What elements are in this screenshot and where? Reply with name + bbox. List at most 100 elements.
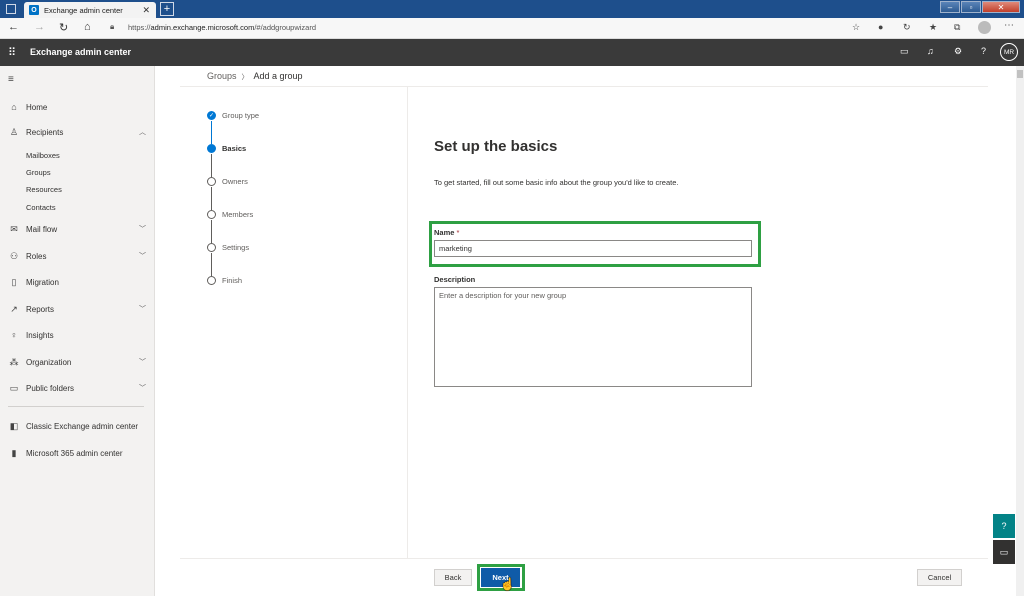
url-field[interactable]: https://admin.exchange.microsoft.com/#/a… bbox=[128, 23, 316, 32]
favorites-icon[interactable]: ★ bbox=[929, 22, 937, 33]
lightbulb-icon: ♀ bbox=[10, 330, 18, 340]
back-button[interactable]: Back bbox=[434, 569, 472, 586]
sidebar-item-label: Recipients bbox=[26, 127, 64, 137]
sidebar-item-m365-admin[interactable]: ▮ Microsoft 365 admin center bbox=[8, 446, 148, 460]
name-label-text: Name bbox=[434, 228, 455, 237]
app-header: ⠿ Exchange admin center ▭ ♫ ⚙ ? MR bbox=[0, 39, 1024, 66]
extension-icon[interactable]: ● bbox=[878, 22, 883, 32]
refresh-icon[interactable]: ↻ bbox=[59, 21, 68, 34]
sidebar-item-mail-flow[interactable]: ✉ Mail flow ﹀ bbox=[8, 222, 148, 236]
mail-icon: ✉ bbox=[10, 223, 18, 234]
page-title: Set up the basics bbox=[434, 138, 558, 155]
breadcrumb-current: Add a group bbox=[253, 71, 303, 81]
organization-icon: ⁂ bbox=[9, 356, 19, 367]
sidebar-item-label: Migration bbox=[26, 277, 59, 287]
notifications-icon[interactable]: ♫ bbox=[927, 46, 934, 56]
sync-icon[interactable]: ↻ bbox=[903, 22, 911, 33]
breadcrumb-groups[interactable]: Groups bbox=[207, 71, 237, 81]
step-connector bbox=[211, 187, 212, 210]
sidebar-item-public-folders[interactable]: ▭ Public folders ﹀ bbox=[8, 381, 148, 395]
scrollbar[interactable] bbox=[1016, 66, 1024, 596]
sidebar-item-reports[interactable]: ↗ Reports ﹀ bbox=[8, 302, 148, 316]
maximize-button[interactable]: ▫ bbox=[961, 1, 981, 13]
shell-icon[interactable]: ▭ bbox=[900, 46, 909, 57]
sidebar-item-label: Home bbox=[26, 102, 48, 112]
sidebar-item-label: Microsoft 365 admin center bbox=[26, 448, 123, 458]
office-icon: ▮ bbox=[11, 447, 17, 458]
migration-icon: ▯ bbox=[11, 276, 17, 287]
sidebar-item-organization[interactable]: ⁂ Organization ﹀ bbox=[8, 355, 148, 369]
person-icon: ♙ bbox=[9, 126, 19, 137]
home-icon: ⌂ bbox=[11, 102, 17, 112]
help-icon[interactable]: ? bbox=[981, 46, 986, 56]
new-tab-button[interactable]: + bbox=[160, 2, 174, 16]
sidebar-item-insights[interactable]: ♀ Insights bbox=[8, 328, 148, 342]
description-label: Description bbox=[434, 275, 476, 284]
folder-icon: ▭ bbox=[9, 382, 19, 393]
wizard-step-label: Settings bbox=[222, 243, 250, 252]
sidebar-item-label: Insights bbox=[26, 330, 54, 340]
name-label: Name * bbox=[434, 228, 459, 237]
window-menu-icon[interactable] bbox=[6, 4, 16, 14]
profile-avatar[interactable] bbox=[978, 21, 991, 34]
close-window-button[interactable]: ✕ bbox=[982, 1, 1020, 13]
outlook-icon: O bbox=[29, 5, 39, 15]
step-connector bbox=[211, 154, 212, 177]
current-step-icon bbox=[207, 144, 216, 153]
browser-titlebar: O Exchange admin center ✕ + – ▫ ✕ bbox=[0, 0, 1024, 18]
form-description: To get started, fill out some basic info… bbox=[434, 178, 679, 187]
sidebar-item-label: Roles bbox=[26, 251, 47, 261]
sidebar-subitem-mailboxes[interactable]: Mailboxes bbox=[26, 151, 60, 160]
step-connector bbox=[211, 220, 212, 243]
group-name-input[interactable] bbox=[434, 240, 752, 257]
sidebar-subitem-resources[interactable]: Resources bbox=[26, 185, 62, 194]
sidebar-item-classic-eac[interactable]: ◧ Classic Exchange admin center bbox=[8, 419, 148, 433]
wizard-step-label: Basics bbox=[222, 144, 247, 153]
browser-menu-icon[interactable]: ⋯ bbox=[1004, 20, 1014, 31]
settings-gear-icon[interactable]: ⚙ bbox=[954, 46, 962, 57]
hand-cursor-icon: ☝ bbox=[500, 577, 515, 591]
sidebar-item-label: Public folders bbox=[26, 383, 75, 393]
forward-arrow-icon[interactable]: → bbox=[34, 21, 45, 33]
wizard-step-basics[interactable]: Basics bbox=[207, 144, 246, 153]
home-browser-icon[interactable]: ⌂ bbox=[84, 21, 91, 33]
wizard-step-finish: Finish bbox=[207, 276, 242, 285]
sidebar-item-recipients[interactable]: ♙ Recipients ︿ bbox=[8, 125, 148, 139]
help-bubble-icon[interactable]: ? bbox=[993, 514, 1015, 538]
chevron-down-icon: ﹀ bbox=[139, 253, 146, 260]
step-connector bbox=[211, 253, 212, 276]
group-description-input[interactable] bbox=[434, 287, 752, 387]
hamburger-menu-icon[interactable]: ≡ bbox=[8, 74, 14, 85]
sidebar-item-label: Classic Exchange admin center bbox=[26, 421, 139, 431]
sidebar-subitem-groups[interactable]: Groups bbox=[26, 168, 51, 177]
lock-icon[interactable]: 🔒︎ bbox=[110, 22, 114, 32]
pending-step-icon bbox=[207, 276, 216, 285]
browser-tab[interactable]: O Exchange admin center ✕ bbox=[24, 2, 156, 18]
favorites-add-icon[interactable]: ☆ bbox=[852, 22, 860, 33]
minimize-button[interactable]: – bbox=[940, 1, 960, 13]
user-avatar[interactable]: MR bbox=[1000, 43, 1018, 61]
footer-divider bbox=[180, 558, 988, 559]
cancel-button[interactable]: Cancel bbox=[917, 569, 962, 586]
step-connector bbox=[211, 121, 212, 144]
feedback-icon[interactable]: ▭ bbox=[993, 540, 1015, 564]
app-title[interactable]: Exchange admin center bbox=[30, 47, 131, 57]
sidebar-subitem-contacts[interactable]: Contacts bbox=[26, 203, 56, 212]
sidebar-item-home[interactable]: ⌂ Home bbox=[8, 100, 148, 114]
tab-title: Exchange admin center bbox=[44, 5, 123, 15]
sidebar-item-migration[interactable]: ▯ Migration bbox=[8, 275, 148, 289]
sidebar: ≡ ⌂ Home ♙ Recipients ︿ Mailboxes Groups… bbox=[0, 66, 155, 596]
wizard-step-owners: Owners bbox=[207, 177, 248, 186]
app-launcher-icon[interactable]: ⠿ bbox=[8, 46, 16, 59]
back-arrow-icon[interactable]: ← bbox=[8, 21, 19, 33]
close-tab-icon[interactable]: ✕ bbox=[142, 5, 150, 16]
sidebar-item-roles[interactable]: ⚇ Roles ﹀ bbox=[8, 249, 148, 263]
exchange-icon: ◧ bbox=[9, 420, 19, 431]
header-divider bbox=[180, 86, 988, 87]
checkmark-icon: ✓ bbox=[207, 111, 216, 120]
scrollbar-thumb[interactable] bbox=[1017, 70, 1023, 78]
pending-step-icon bbox=[207, 177, 216, 186]
collections-icon[interactable]: ⧉ bbox=[954, 22, 960, 33]
sidebar-divider bbox=[8, 406, 144, 407]
wizard-step-group-type[interactable]: ✓ Group type bbox=[207, 111, 259, 120]
